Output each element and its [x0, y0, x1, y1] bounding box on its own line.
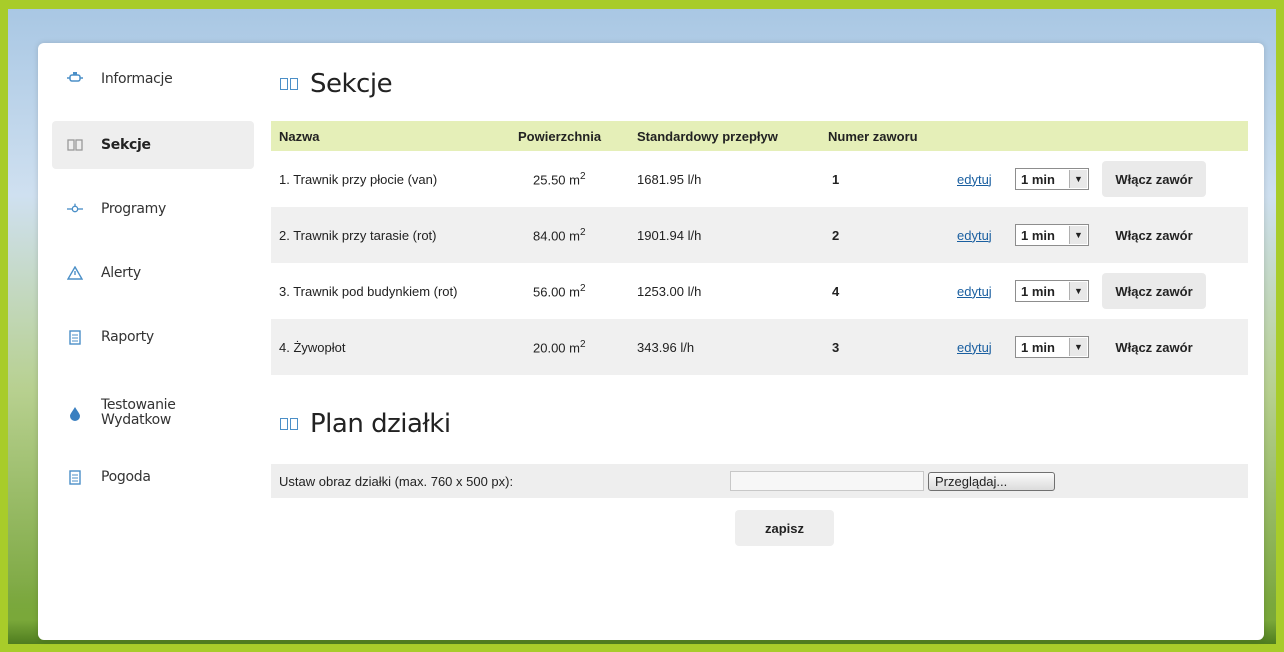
section-valve-number: 1	[832, 171, 840, 187]
header-area: Powierzchnia	[518, 128, 602, 144]
section-valve-number: 3	[832, 339, 840, 355]
table-row: 4. Żywopłot 20.00 m2 343.96 l/h 3 edytuj…	[271, 319, 1248, 375]
section-area: 25.50 m2	[533, 170, 586, 188]
browse-button[interactable]: Przeglądaj...	[928, 472, 1055, 491]
sections-icon	[280, 418, 298, 430]
open-valve-button[interactable]: Włącz zawór	[1102, 329, 1206, 365]
sidebar-item-raporty[interactable]: Raporty	[52, 313, 254, 361]
duration-select[interactable]: 1 min ▼	[1015, 224, 1089, 246]
duration-select[interactable]: 1 min ▼	[1015, 280, 1089, 302]
valve-icon	[67, 71, 83, 87]
open-valve-button[interactable]: Włącz zawór	[1102, 273, 1206, 309]
sidebar-item-informacje[interactable]: Informacje	[52, 55, 254, 103]
sidebar-item-label: Pogoda	[101, 468, 151, 485]
table-row: 3. Trawnik pod budynkiem (rot) 56.00 m2 …	[271, 263, 1248, 319]
sidebar-item-label: Alerty	[101, 264, 141, 281]
sidebar-item-sekcje[interactable]: Sekcje	[52, 121, 254, 169]
save-button[interactable]: zapisz	[735, 510, 834, 546]
edit-link[interactable]: edytuj	[957, 172, 992, 187]
edit-link[interactable]: edytuj	[957, 284, 992, 299]
chevron-down-icon[interactable]: ▼	[1069, 282, 1087, 300]
plan-upload-row: Ustaw obraz działki (max. 760 x 500 px):…	[271, 464, 1248, 498]
chevron-down-icon[interactable]: ▼	[1069, 338, 1087, 356]
open-valve-button[interactable]: Włącz zawór	[1102, 161, 1206, 197]
plan-heading: Plan działki	[280, 409, 451, 439]
table-row: 1. Trawnik przy płocie (van) 25.50 m2 16…	[271, 151, 1248, 207]
section-flow: 1253.00 l/h	[637, 283, 702, 299]
sections-icon	[67, 137, 83, 153]
sections-icon	[280, 78, 298, 90]
header-valve: Numer zaworu	[828, 128, 918, 144]
section-name: 1. Trawnik przy płocie (van)	[279, 171, 438, 187]
table-header: Nazwa Powierzchnia Standardowy przepływ …	[271, 121, 1248, 151]
section-area: 20.00 m2	[533, 338, 586, 356]
table-row: 2. Trawnik przy tarasie (rot) 84.00 m2 1…	[271, 207, 1248, 263]
sections-table: Nazwa Powierzchnia Standardowy przepływ …	[271, 121, 1248, 375]
report-icon	[67, 329, 83, 345]
section-flow: 1681.95 l/h	[637, 171, 702, 187]
programs-icon	[67, 201, 83, 217]
sidebar-item-label: Sekcje	[101, 136, 151, 153]
section-area: 56.00 m2	[533, 282, 586, 300]
header-name: Nazwa	[279, 128, 320, 144]
section-flow: 1901.94 l/h	[637, 227, 702, 243]
weather-doc-icon	[67, 469, 83, 485]
plan-title: Plan działki	[310, 409, 451, 439]
sections-heading: Sekcje	[280, 69, 393, 99]
sidebar-item-label: Informacje	[101, 70, 173, 87]
page-title: Sekcje	[310, 69, 393, 99]
sidebar-item-alerty[interactable]: Alerty	[52, 249, 254, 297]
water-drop-icon	[67, 405, 83, 421]
chevron-down-icon[interactable]: ▼	[1069, 170, 1087, 188]
sidebar-item-label: Testowanie Wydatkow	[101, 397, 176, 428]
sidebar-item-label: Raporty	[101, 328, 154, 345]
sidebar-item-testowanie-wydatkow[interactable]: Testowanie Wydatkow	[52, 387, 254, 439]
section-name: 4. Żywopłot	[279, 339, 346, 355]
sidebar-item-label: Programy	[101, 200, 166, 217]
sidebar-item-programy[interactable]: Programy	[52, 185, 254, 233]
section-valve-number: 4	[832, 283, 840, 299]
open-valve-button[interactable]: Włącz zawór	[1102, 217, 1206, 253]
duration-select[interactable]: 1 min ▼	[1015, 168, 1089, 190]
section-name: 3. Trawnik pod budynkiem (rot)	[279, 283, 458, 299]
plan-upload-label: Ustaw obraz działki (max. 760 x 500 px):	[279, 473, 514, 489]
header-flow: Standardowy przepływ	[637, 128, 778, 144]
main-card: Informacje Sekcje Programy Alerty Raport…	[38, 43, 1264, 640]
edit-link[interactable]: edytuj	[957, 340, 992, 355]
file-path-field[interactable]	[730, 471, 924, 491]
sidebar-item-pogoda[interactable]: Pogoda	[52, 453, 254, 501]
section-valve-number: 2	[832, 227, 840, 243]
section-area: 84.00 m2	[533, 226, 586, 244]
edit-link[interactable]: edytuj	[957, 228, 992, 243]
alert-icon	[67, 265, 83, 281]
section-name: 2. Trawnik przy tarasie (rot)	[279, 227, 437, 243]
duration-select[interactable]: 1 min ▼	[1015, 336, 1089, 358]
section-flow: 343.96 l/h	[637, 339, 695, 355]
chevron-down-icon[interactable]: ▼	[1069, 226, 1087, 244]
